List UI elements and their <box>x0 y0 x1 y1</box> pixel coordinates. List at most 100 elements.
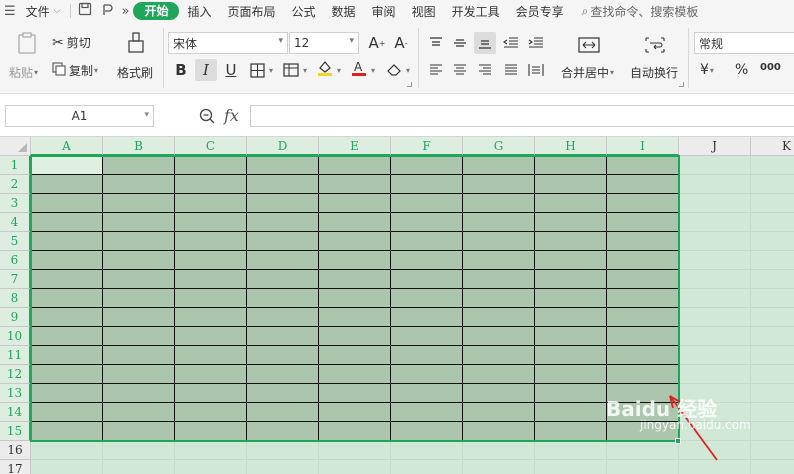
cell-K7[interactable] <box>751 270 794 289</box>
font-color-icon[interactable]: A <box>348 57 370 79</box>
increase-font-icon[interactable]: A + <box>366 32 388 54</box>
cell-F8[interactable] <box>391 289 463 308</box>
copy-button[interactable]: 复制 ▾ <box>52 62 98 79</box>
column-header-B[interactable]: B <box>103 137 175 156</box>
cell-I8[interactable] <box>607 289 679 308</box>
cell-K8[interactable] <box>751 289 794 308</box>
row-header-13[interactable]: 13 <box>0 384 31 403</box>
align-right-icon[interactable] <box>474 59 496 81</box>
cell-J9[interactable] <box>679 308 751 327</box>
cell-A11[interactable] <box>31 346 103 365</box>
row-header-10[interactable]: 10 <box>0 327 31 346</box>
chevron-down-icon[interactable]: ▾ <box>303 66 307 75</box>
cell-C3[interactable] <box>175 194 247 213</box>
cell-A8[interactable] <box>31 289 103 308</box>
cell-J10[interactable] <box>679 327 751 346</box>
align-top-icon[interactable] <box>425 32 447 54</box>
align-center-icon[interactable] <box>449 59 471 81</box>
cell-D17[interactable] <box>247 460 319 474</box>
wrap-text-icon[interactable] <box>642 34 668 56</box>
zoom-search-icon[interactable] <box>199 108 215 124</box>
justify-icon[interactable] <box>500 59 522 81</box>
merge-center-button[interactable]: 合并居中 ▾ <box>561 64 614 81</box>
cell-D6[interactable] <box>247 251 319 270</box>
cell-G1[interactable] <box>463 156 535 175</box>
row-header-15[interactable]: 15 <box>0 422 31 441</box>
cell-E12[interactable] <box>319 365 391 384</box>
clear-format-icon[interactable] <box>383 59 405 81</box>
cell-C2[interactable] <box>175 175 247 194</box>
cell-D4[interactable] <box>247 213 319 232</box>
cell-F12[interactable] <box>391 365 463 384</box>
format-painter-icon[interactable] <box>124 30 148 56</box>
cell-D16[interactable] <box>247 441 319 460</box>
fill-color-icon[interactable] <box>314 57 336 79</box>
fx-icon[interactable]: fx <box>224 106 239 125</box>
search-command[interactable]: ⌕ 查找命令、搜索模板 <box>572 0 705 22</box>
cell-E6[interactable] <box>319 251 391 270</box>
cell-K13[interactable] <box>751 384 794 403</box>
cell-J2[interactable] <box>679 175 751 194</box>
cell-K16[interactable] <box>751 441 794 460</box>
cell-E13[interactable] <box>319 384 391 403</box>
cell-I4[interactable] <box>607 213 679 232</box>
cell-B7[interactable] <box>103 270 175 289</box>
cell-H3[interactable] <box>535 194 607 213</box>
cell-H8[interactable] <box>535 289 607 308</box>
cell-J11[interactable] <box>679 346 751 365</box>
cell-J1[interactable] <box>679 156 751 175</box>
cell-G3[interactable] <box>463 194 535 213</box>
cell-H1[interactable] <box>535 156 607 175</box>
cell-I6[interactable] <box>607 251 679 270</box>
cell-I1[interactable] <box>607 156 679 175</box>
cell-K4[interactable] <box>751 213 794 232</box>
cell-style-icon[interactable] <box>280 59 302 81</box>
cell-C17[interactable] <box>175 460 247 474</box>
cell-E5[interactable] <box>319 232 391 251</box>
cell-E15[interactable] <box>319 422 391 441</box>
cell-C9[interactable] <box>175 308 247 327</box>
cell-I10[interactable] <box>607 327 679 346</box>
column-header-I[interactable]: I <box>607 137 679 156</box>
cell-C8[interactable] <box>175 289 247 308</box>
cell-A15[interactable] <box>31 422 103 441</box>
cell-K10[interactable] <box>751 327 794 346</box>
paste-button[interactable]: 粘贴 ▾ <box>9 64 38 81</box>
undo-icon[interactable] <box>96 2 118 20</box>
cell-E16[interactable] <box>319 441 391 460</box>
cell-E14[interactable] <box>319 403 391 422</box>
row-header-14[interactable]: 14 <box>0 403 31 422</box>
cell-K17[interactable] <box>751 460 794 474</box>
column-header-F[interactable]: F <box>391 137 463 156</box>
column-header-D[interactable]: D <box>247 137 319 156</box>
cell-H15[interactable] <box>535 422 607 441</box>
tab-member[interactable]: 会员专享 <box>508 0 572 22</box>
underline-button[interactable]: U <box>220 59 242 81</box>
row-header-8[interactable]: 8 <box>0 289 31 308</box>
cell-E17[interactable] <box>319 460 391 474</box>
cell-D15[interactable] <box>247 422 319 441</box>
cell-I7[interactable] <box>607 270 679 289</box>
cell-H6[interactable] <box>535 251 607 270</box>
cell-C15[interactable] <box>175 422 247 441</box>
cell-G2[interactable] <box>463 175 535 194</box>
cell-F5[interactable] <box>391 232 463 251</box>
chevron-down-icon[interactable]: ▾ <box>406 66 410 75</box>
cell-E1[interactable] <box>319 156 391 175</box>
cell-C5[interactable] <box>175 232 247 251</box>
cell-G11[interactable] <box>463 346 535 365</box>
cell-C4[interactable] <box>175 213 247 232</box>
cell-F6[interactable] <box>391 251 463 270</box>
cell-B4[interactable] <box>103 213 175 232</box>
cell-F14[interactable] <box>391 403 463 422</box>
cell-I2[interactable] <box>607 175 679 194</box>
cell-H17[interactable] <box>535 460 607 474</box>
row-header-17[interactable]: 17 <box>0 460 31 474</box>
row-header-2[interactable]: 2 <box>0 175 31 194</box>
formula-input[interactable] <box>250 105 794 127</box>
cell-K6[interactable] <box>751 251 794 270</box>
cell-E10[interactable] <box>319 327 391 346</box>
cell-A7[interactable] <box>31 270 103 289</box>
cell-G5[interactable] <box>463 232 535 251</box>
cell-A12[interactable] <box>31 365 103 384</box>
